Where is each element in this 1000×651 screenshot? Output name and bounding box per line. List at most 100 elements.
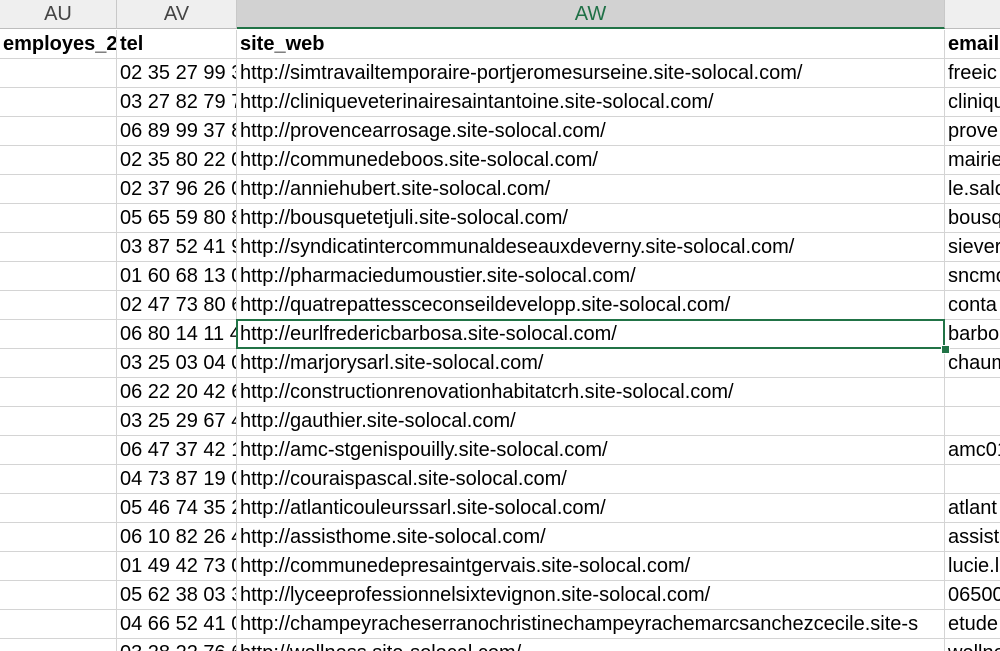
table-row: 06 22 20 42 6 http://constructionrenovati…	[0, 378, 1000, 407]
cell-employes[interactable]	[0, 88, 117, 117]
cell-header-employes[interactable]: employes_20	[0, 30, 117, 59]
cell-email[interactable]: le.salo	[945, 175, 1000, 204]
cell-employes[interactable]	[0, 117, 117, 146]
column-header-au[interactable]: AU	[0, 0, 117, 29]
cell-tel[interactable]: 05 46 74 35 2	[117, 494, 237, 523]
cell-employes[interactable]	[0, 407, 117, 436]
cell-tel[interactable]: 06 22 20 42 6	[117, 378, 237, 407]
cell-email[interactable]: assisth	[945, 523, 1000, 552]
cell-employes[interactable]	[0, 378, 117, 407]
cell-site-web[interactable]: http://cliniqueveterinairesaintantoine.s…	[237, 88, 945, 117]
cell-employes[interactable]	[0, 436, 117, 465]
cell-site-web[interactable]: http://communedepresaintgervais.site-sol…	[237, 552, 945, 581]
cell-employes[interactable]	[0, 523, 117, 552]
column-header-av[interactable]: AV	[117, 0, 237, 29]
cell-employes[interactable]	[0, 581, 117, 610]
cell-employes[interactable]	[0, 610, 117, 639]
table-row: 02 35 80 22 0 http://communedeboos.site-s…	[0, 146, 1000, 175]
cell-employes[interactable]	[0, 59, 117, 88]
cell-tel[interactable]: 01 60 68 13 0	[117, 262, 237, 291]
cell-tel[interactable]: 05 62 38 03 3	[117, 581, 237, 610]
cell-header-email[interactable]: email	[945, 30, 1000, 59]
cell-employes[interactable]	[0, 465, 117, 494]
cell-site-web[interactable]: http://atlanticouleurssarl.site-solocal.…	[237, 494, 945, 523]
cell-email[interactable]: atlant	[945, 494, 1000, 523]
cell-email[interactable]: clinique	[945, 88, 1000, 117]
column-header-ax[interactable]	[945, 0, 1000, 29]
cell-email[interactable]: etude	[945, 610, 1000, 639]
cell-site-web[interactable]: http://syndicatintercommunaldeseauxdever…	[237, 233, 945, 262]
cell-tel[interactable]: 06 80 14 11 4	[117, 320, 237, 349]
cell-tel[interactable]: 04 73 87 19 0	[117, 465, 237, 494]
cell-email[interactable]: sncmo	[945, 262, 1000, 291]
cell-employes[interactable]	[0, 146, 117, 175]
cell-tel[interactable]: 06 47 37 42 1	[117, 436, 237, 465]
cell-email[interactable]	[945, 465, 1000, 494]
cell-employes[interactable]	[0, 639, 117, 651]
cell-tel[interactable]: 06 10 82 26 4	[117, 523, 237, 552]
cell-site-web[interactable]: http://provencearrosage.site-solocal.com…	[237, 117, 945, 146]
column-header-aw[interactable]: AW	[237, 0, 945, 29]
cell-email[interactable]: amc01	[945, 436, 1000, 465]
cell-email[interactable]: siever	[945, 233, 1000, 262]
cell-site-web[interactable]: http://amc-stgenispouilly.site-solocal.c…	[237, 436, 945, 465]
cell-site-web[interactable]: http://couraispascal.site-solocal.com/	[237, 465, 945, 494]
cell-email[interactable]: freeic	[945, 59, 1000, 88]
cell-header-tel[interactable]: tel	[117, 30, 237, 59]
cell-site-web[interactable]: http://pharmaciedumoustier.site-solocal.…	[237, 262, 945, 291]
cell-tel[interactable]: 02 47 73 80 6	[117, 291, 237, 320]
cell-site-web[interactable]: http://lyceeprofessionnelsixtevignon.sit…	[237, 581, 945, 610]
cell-tel[interactable]: 02 35 27 99 3	[117, 59, 237, 88]
cell-site-web[interactable]: http://marjorysarl.site-solocal.com/	[237, 349, 945, 378]
cell-tel[interactable]: 03 27 82 79 7	[117, 88, 237, 117]
cell-tel[interactable]: 06 89 99 37 8	[117, 117, 237, 146]
cell-email[interactable]: conta	[945, 291, 1000, 320]
cell-employes[interactable]	[0, 552, 117, 581]
cell-employes[interactable]	[0, 262, 117, 291]
table-row: 02 37 96 26 0 http://anniehubert.site-sol…	[0, 175, 1000, 204]
cell-employes[interactable]	[0, 291, 117, 320]
cell-employes[interactable]	[0, 320, 117, 349]
cell-tel[interactable]: 02 35 80 22 0	[117, 146, 237, 175]
cell-email[interactable]: bousq	[945, 204, 1000, 233]
cell-email[interactable]: barbo	[945, 320, 1000, 349]
cell-site-web[interactable]: http://communedeboos.site-solocal.com/	[237, 146, 945, 175]
cell-site-web[interactable]: http://assisthome.site-solocal.com/	[237, 523, 945, 552]
cell-tel[interactable]: 05 65 59 80 8	[117, 204, 237, 233]
table-row: 06 10 82 26 4 http://assisthome.site-solo…	[0, 523, 1000, 552]
cell-email[interactable]: mairie	[945, 146, 1000, 175]
table-row: 03 25 29 67 4 http://gauthier.site-soloca…	[0, 407, 1000, 436]
cell-employes[interactable]	[0, 494, 117, 523]
cell-email[interactable]	[945, 378, 1000, 407]
cell-site-web[interactable]: http://eurlfredericbarbosa.site-solocal.…	[237, 320, 945, 349]
cell-email[interactable]: wellne	[945, 639, 1000, 651]
cell-site-web[interactable]: http://champeyracheserranochristinechamp…	[237, 610, 945, 639]
cell-site-web[interactable]: http://wellness.site-solocal.com/	[237, 639, 945, 651]
table-row: 03 27 82 79 7 http://cliniqueveterinaires…	[0, 88, 1000, 117]
cell-header-site-web[interactable]: site_web	[237, 30, 945, 59]
cell-tel[interactable]: 02 37 96 26 0	[117, 175, 237, 204]
cell-site-web[interactable]: http://gauthier.site-solocal.com/	[237, 407, 945, 436]
spreadsheet-grid: AU AV AW employes_20 tel site_web email …	[0, 0, 1000, 651]
cell-tel[interactable]: 03 28 22 76 6	[117, 639, 237, 651]
cell-email[interactable]: 06500	[945, 581, 1000, 610]
cell-email[interactable]	[945, 407, 1000, 436]
cell-site-web[interactable]: http://anniehubert.site-solocal.com/	[237, 175, 945, 204]
cell-employes[interactable]	[0, 349, 117, 378]
cell-employes[interactable]	[0, 233, 117, 262]
cell-tel[interactable]: 01 49 42 73 0	[117, 552, 237, 581]
cell-site-web[interactable]: http://bousquetetjuli.site-solocal.com/	[237, 204, 945, 233]
cell-site-web[interactable]: http://simtravailtemporaire-portjeromesu…	[237, 59, 945, 88]
cell-tel[interactable]: 03 25 03 04 0	[117, 349, 237, 378]
cell-tel[interactable]: 03 25 29 67 4	[117, 407, 237, 436]
cell-employes[interactable]	[0, 175, 117, 204]
fill-handle[interactable]	[941, 345, 950, 354]
cell-employes[interactable]	[0, 204, 117, 233]
cell-email[interactable]: lucie.l	[945, 552, 1000, 581]
cell-site-web[interactable]: http://constructionrenovationhabitatcrh.…	[237, 378, 945, 407]
cell-email[interactable]: chaum	[945, 349, 1000, 378]
cell-tel[interactable]: 04 66 52 41 0	[117, 610, 237, 639]
cell-site-web[interactable]: http://quatrepattessceconseildevelopp.si…	[237, 291, 945, 320]
cell-email[interactable]: prove	[945, 117, 1000, 146]
cell-tel[interactable]: 03 87 52 41 9	[117, 233, 237, 262]
